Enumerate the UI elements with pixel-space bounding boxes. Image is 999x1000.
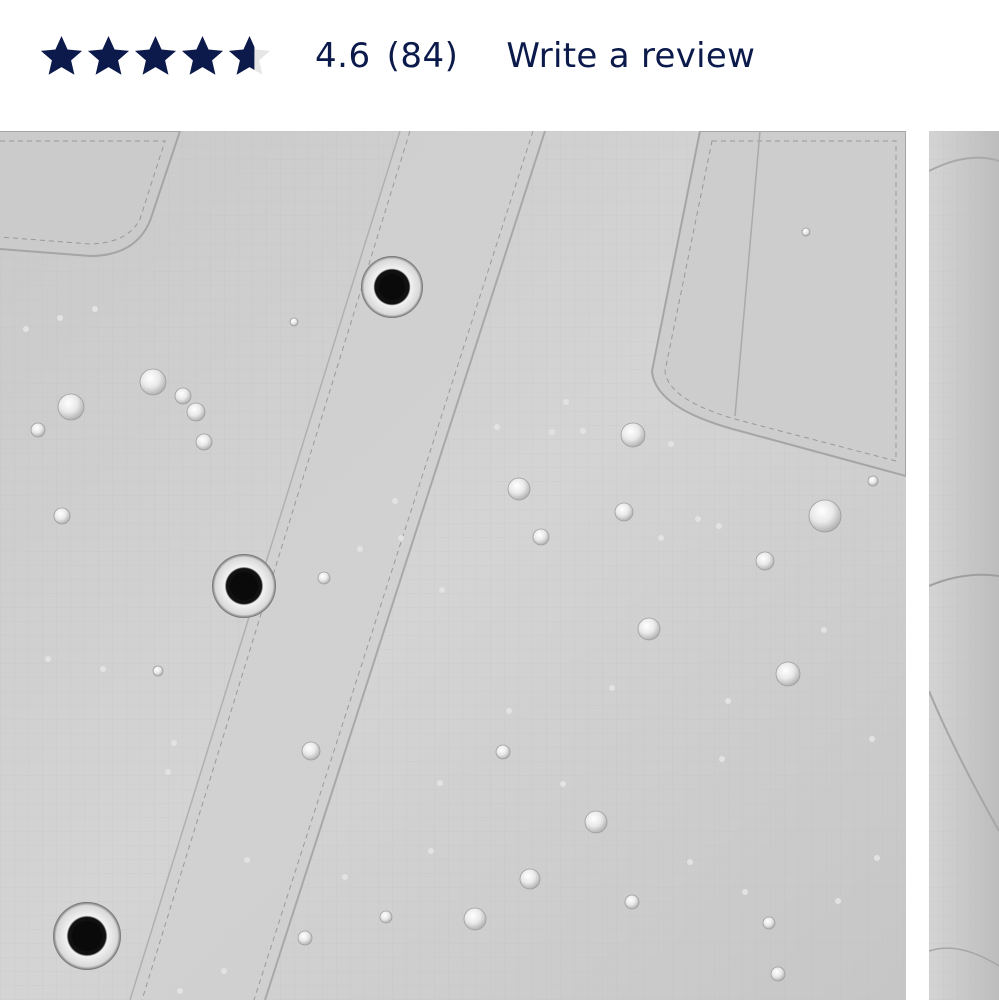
star-rating[interactable] <box>38 33 273 80</box>
star-icon <box>181 35 224 75</box>
shirt-fabric-illustration <box>0 131 906 1000</box>
review-count[interactable]: (84) <box>387 36 459 76</box>
star-icon <box>134 35 177 75</box>
rating-value: 4.6 <box>315 36 371 76</box>
product-image-gallery[interactable] <box>0 131 999 1000</box>
shirt-fabric-fold-image[interactable] <box>929 131 999 1000</box>
fabric-fold-illustration <box>929 131 999 1000</box>
star-half-icon <box>228 35 271 75</box>
rating-summary: 4.6 (84) Write a review <box>38 28 755 84</box>
star-icon <box>40 35 83 75</box>
star-icon <box>87 35 130 75</box>
shirt-closeup-water-droplets-image[interactable] <box>0 131 906 1000</box>
write-review-link[interactable]: Write a review <box>506 36 755 76</box>
